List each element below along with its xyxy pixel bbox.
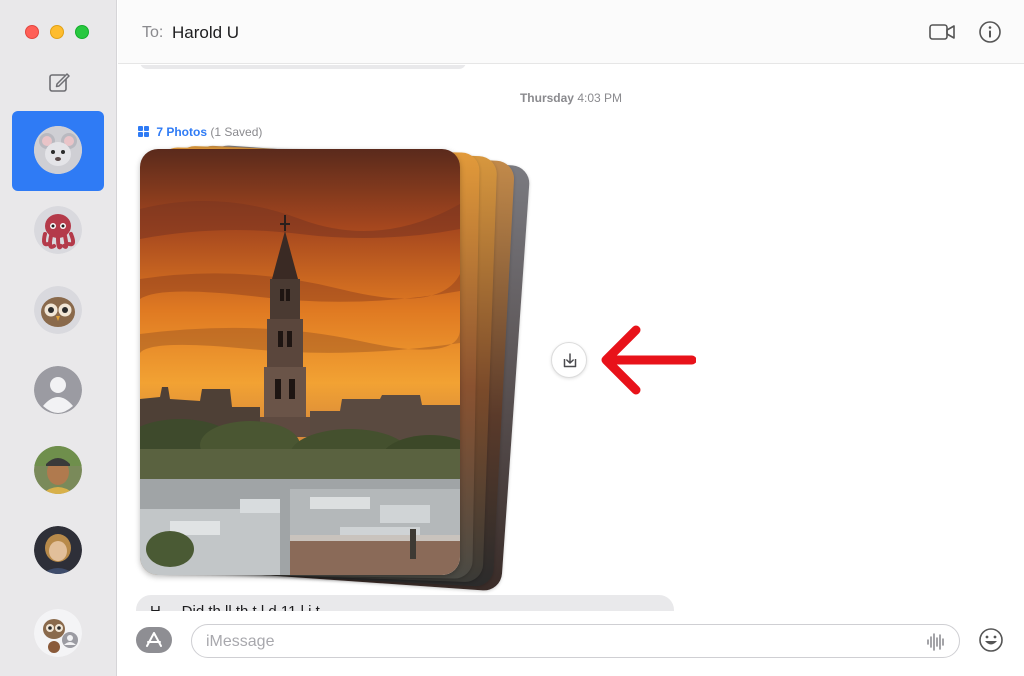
waveform-icon[interactable]	[925, 631, 947, 653]
conversation-item-owl[interactable]	[12, 271, 104, 351]
octopus-memoji-avatar	[34, 206, 82, 254]
messages-window: To: Harold U Thursday 4:03 PM 7 Photos (…	[0, 0, 1024, 676]
info-icon[interactable]	[978, 20, 1002, 44]
conversation-item-octopus[interactable]	[12, 191, 104, 271]
conversation-header: To: Harold U	[118, 0, 1024, 64]
photos-stack-label[interactable]: 7 Photos (1 Saved)	[138, 125, 262, 139]
conversation-item-photo-contact-1[interactable]	[12, 431, 104, 511]
grid-icon	[138, 126, 149, 137]
church-sunset-photo[interactable]	[140, 149, 460, 575]
message-input-bar	[118, 611, 1024, 676]
sidebar	[0, 0, 117, 676]
message-input[interactable]	[206, 631, 906, 653]
previous-message-bubble	[140, 65, 466, 69]
contact-photo-avatar	[34, 446, 82, 494]
conversation-item-group[interactable]	[12, 594, 104, 674]
conversation-item-harold[interactable]	[12, 111, 104, 191]
to-label: To:	[142, 24, 164, 41]
save-download-icon	[563, 353, 577, 368]
app-store-icon	[146, 632, 162, 647]
timestamp-time: 4:03 PM	[577, 91, 623, 105]
photos-saved-count: (1 Saved)	[210, 125, 263, 139]
contact-photo-avatar	[34, 526, 82, 574]
group-avatar	[34, 609, 82, 657]
maximize-window-button[interactable]	[75, 25, 89, 39]
video-camera-icon[interactable]	[928, 20, 956, 44]
message-field[interactable]	[191, 624, 960, 658]
message-timestamp: Thursday 4:03 PM	[118, 91, 1024, 105]
close-window-button[interactable]	[25, 25, 39, 39]
red-arrow-annotation	[601, 325, 696, 395]
conversation-item-unknown[interactable]	[12, 351, 104, 431]
timestamp-day: Thursday	[519, 91, 574, 105]
incoming-message-bubble: H ... Did th ll th t l d 11 l i t	[136, 595, 674, 611]
conversation-transcript: Thursday 4:03 PM 7 Photos (1 Saved)	[118, 65, 1024, 611]
generic-person-avatar	[34, 366, 82, 414]
emoji-icon[interactable]	[978, 627, 1004, 653]
recipient-name[interactable]: Harold U	[172, 23, 239, 43]
owl-memoji-avatar	[34, 286, 82, 334]
photos-count: 7 Photos	[156, 125, 208, 139]
minimize-window-button[interactable]	[50, 25, 64, 39]
mouse-memoji-avatar	[34, 126, 82, 174]
apps-button[interactable]	[136, 627, 172, 653]
compose-icon[interactable]	[48, 71, 70, 93]
conversation-item-photo-contact-2[interactable]	[12, 511, 104, 591]
save-photo-button[interactable]	[551, 342, 587, 378]
incoming-message-text: H ... Did th ll th t l d 11 l i t	[136, 595, 674, 611]
photo-stack[interactable]	[140, 144, 531, 592]
